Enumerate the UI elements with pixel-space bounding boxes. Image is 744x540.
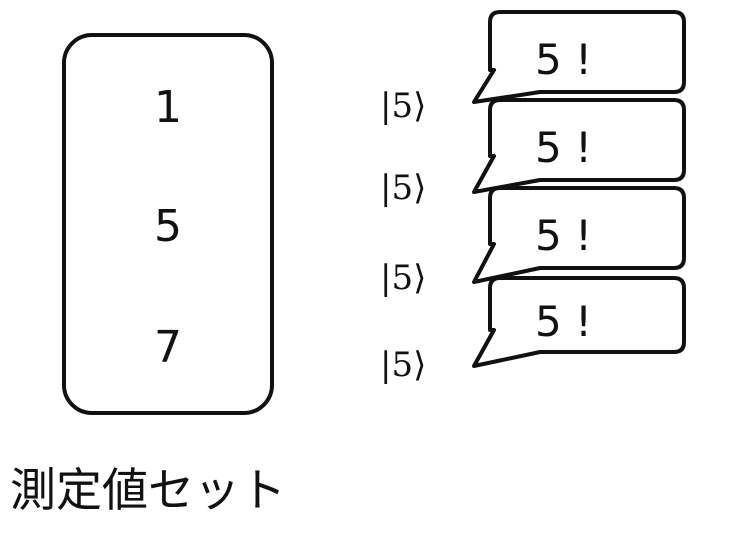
measurement-value: 1	[154, 82, 182, 133]
bubble-text: 5 !	[535, 123, 592, 172]
ket-label: |5⟩	[380, 345, 426, 385]
measurement-value: 5	[154, 201, 182, 252]
bubble-text: 5 !	[535, 211, 592, 260]
ket-label: |5⟩	[380, 258, 426, 298]
ket-bubble-2: 5 !	[472, 98, 686, 194]
ket-bubble-4: 5 !	[472, 276, 686, 368]
ket-label: |5⟩	[380, 86, 426, 126]
measurement-set-caption: 測定値セット	[10, 463, 286, 517]
ket-label: |5⟩	[380, 168, 426, 208]
ket-bubble-3: 5 !	[472, 186, 686, 284]
diagram-canvas: 1 5 7 測定値セット 5 ! 5 ! 5 ! 5 ! |5⟩ |5⟩ |5⟩…	[10, 10, 686, 517]
bubble-text: 5 !	[535, 297, 592, 346]
measurement-value: 7	[154, 322, 182, 373]
bubble-text: 5 !	[535, 35, 592, 84]
ket-bubble-1: 5 !	[472, 10, 686, 104]
measurement-set-group: 1 5 7	[62, 33, 274, 415]
